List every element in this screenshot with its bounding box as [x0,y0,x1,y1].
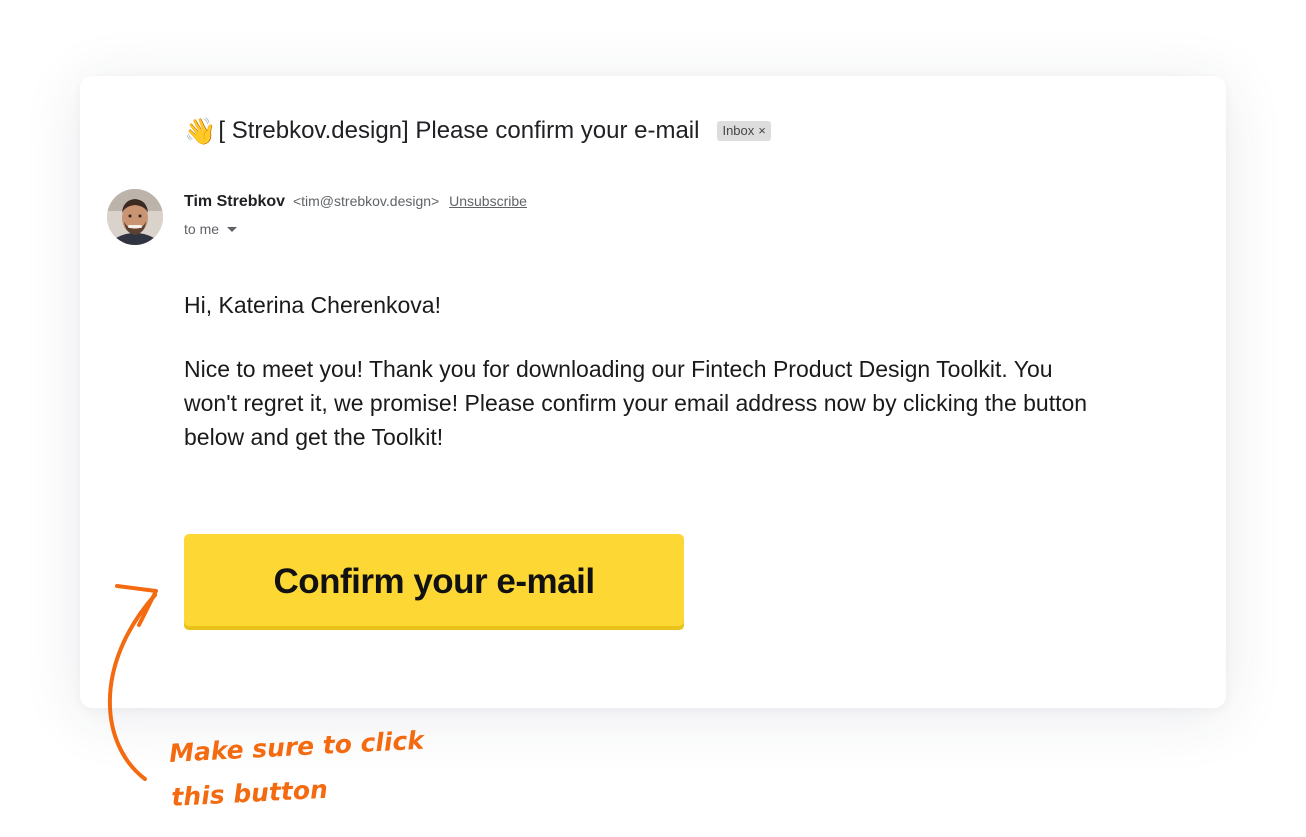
inbox-label-text: Inbox [722,123,755,138]
waving-hand-emoji: 👋 [184,116,217,146]
page: 👋 [ Strebkov.design] Please confirm your… [0,0,1306,837]
email-subject: [ Strebkov.design] Please confirm your e… [218,117,700,144]
email-card: 👋 [ Strebkov.design] Please confirm your… [80,76,1226,708]
sender-line: Tim Strebkov <tim@strebkov.design> Unsub… [184,193,527,211]
greeting: Hi, Katerina Cherenkova! [184,292,441,318]
annotation-note: Make sure to click this button [168,719,427,820]
avatar [107,189,163,245]
caret-down-icon[interactable] [227,226,238,232]
avatar-image [107,189,163,245]
confirm-email-button[interactable]: Confirm your e-mail [184,534,684,630]
sender-email: <tim@strebkov.design> [292,193,440,209]
close-icon[interactable]: × [758,122,766,140]
curved-arrow-icon [107,584,158,781]
recipient-line[interactable]: to me [184,221,238,237]
unsubscribe-link[interactable]: Unsubscribe [449,193,527,209]
subject-row: 👋 [ Strebkov.design] Please confirm your… [184,114,771,148]
recipient-label: to me [184,221,220,237]
email-body: Nice to meet you! Thank you for download… [184,356,1088,450]
inbox-label[interactable]: Inbox × [717,121,771,141]
sender-name: Tim Strebkov [184,193,286,210]
